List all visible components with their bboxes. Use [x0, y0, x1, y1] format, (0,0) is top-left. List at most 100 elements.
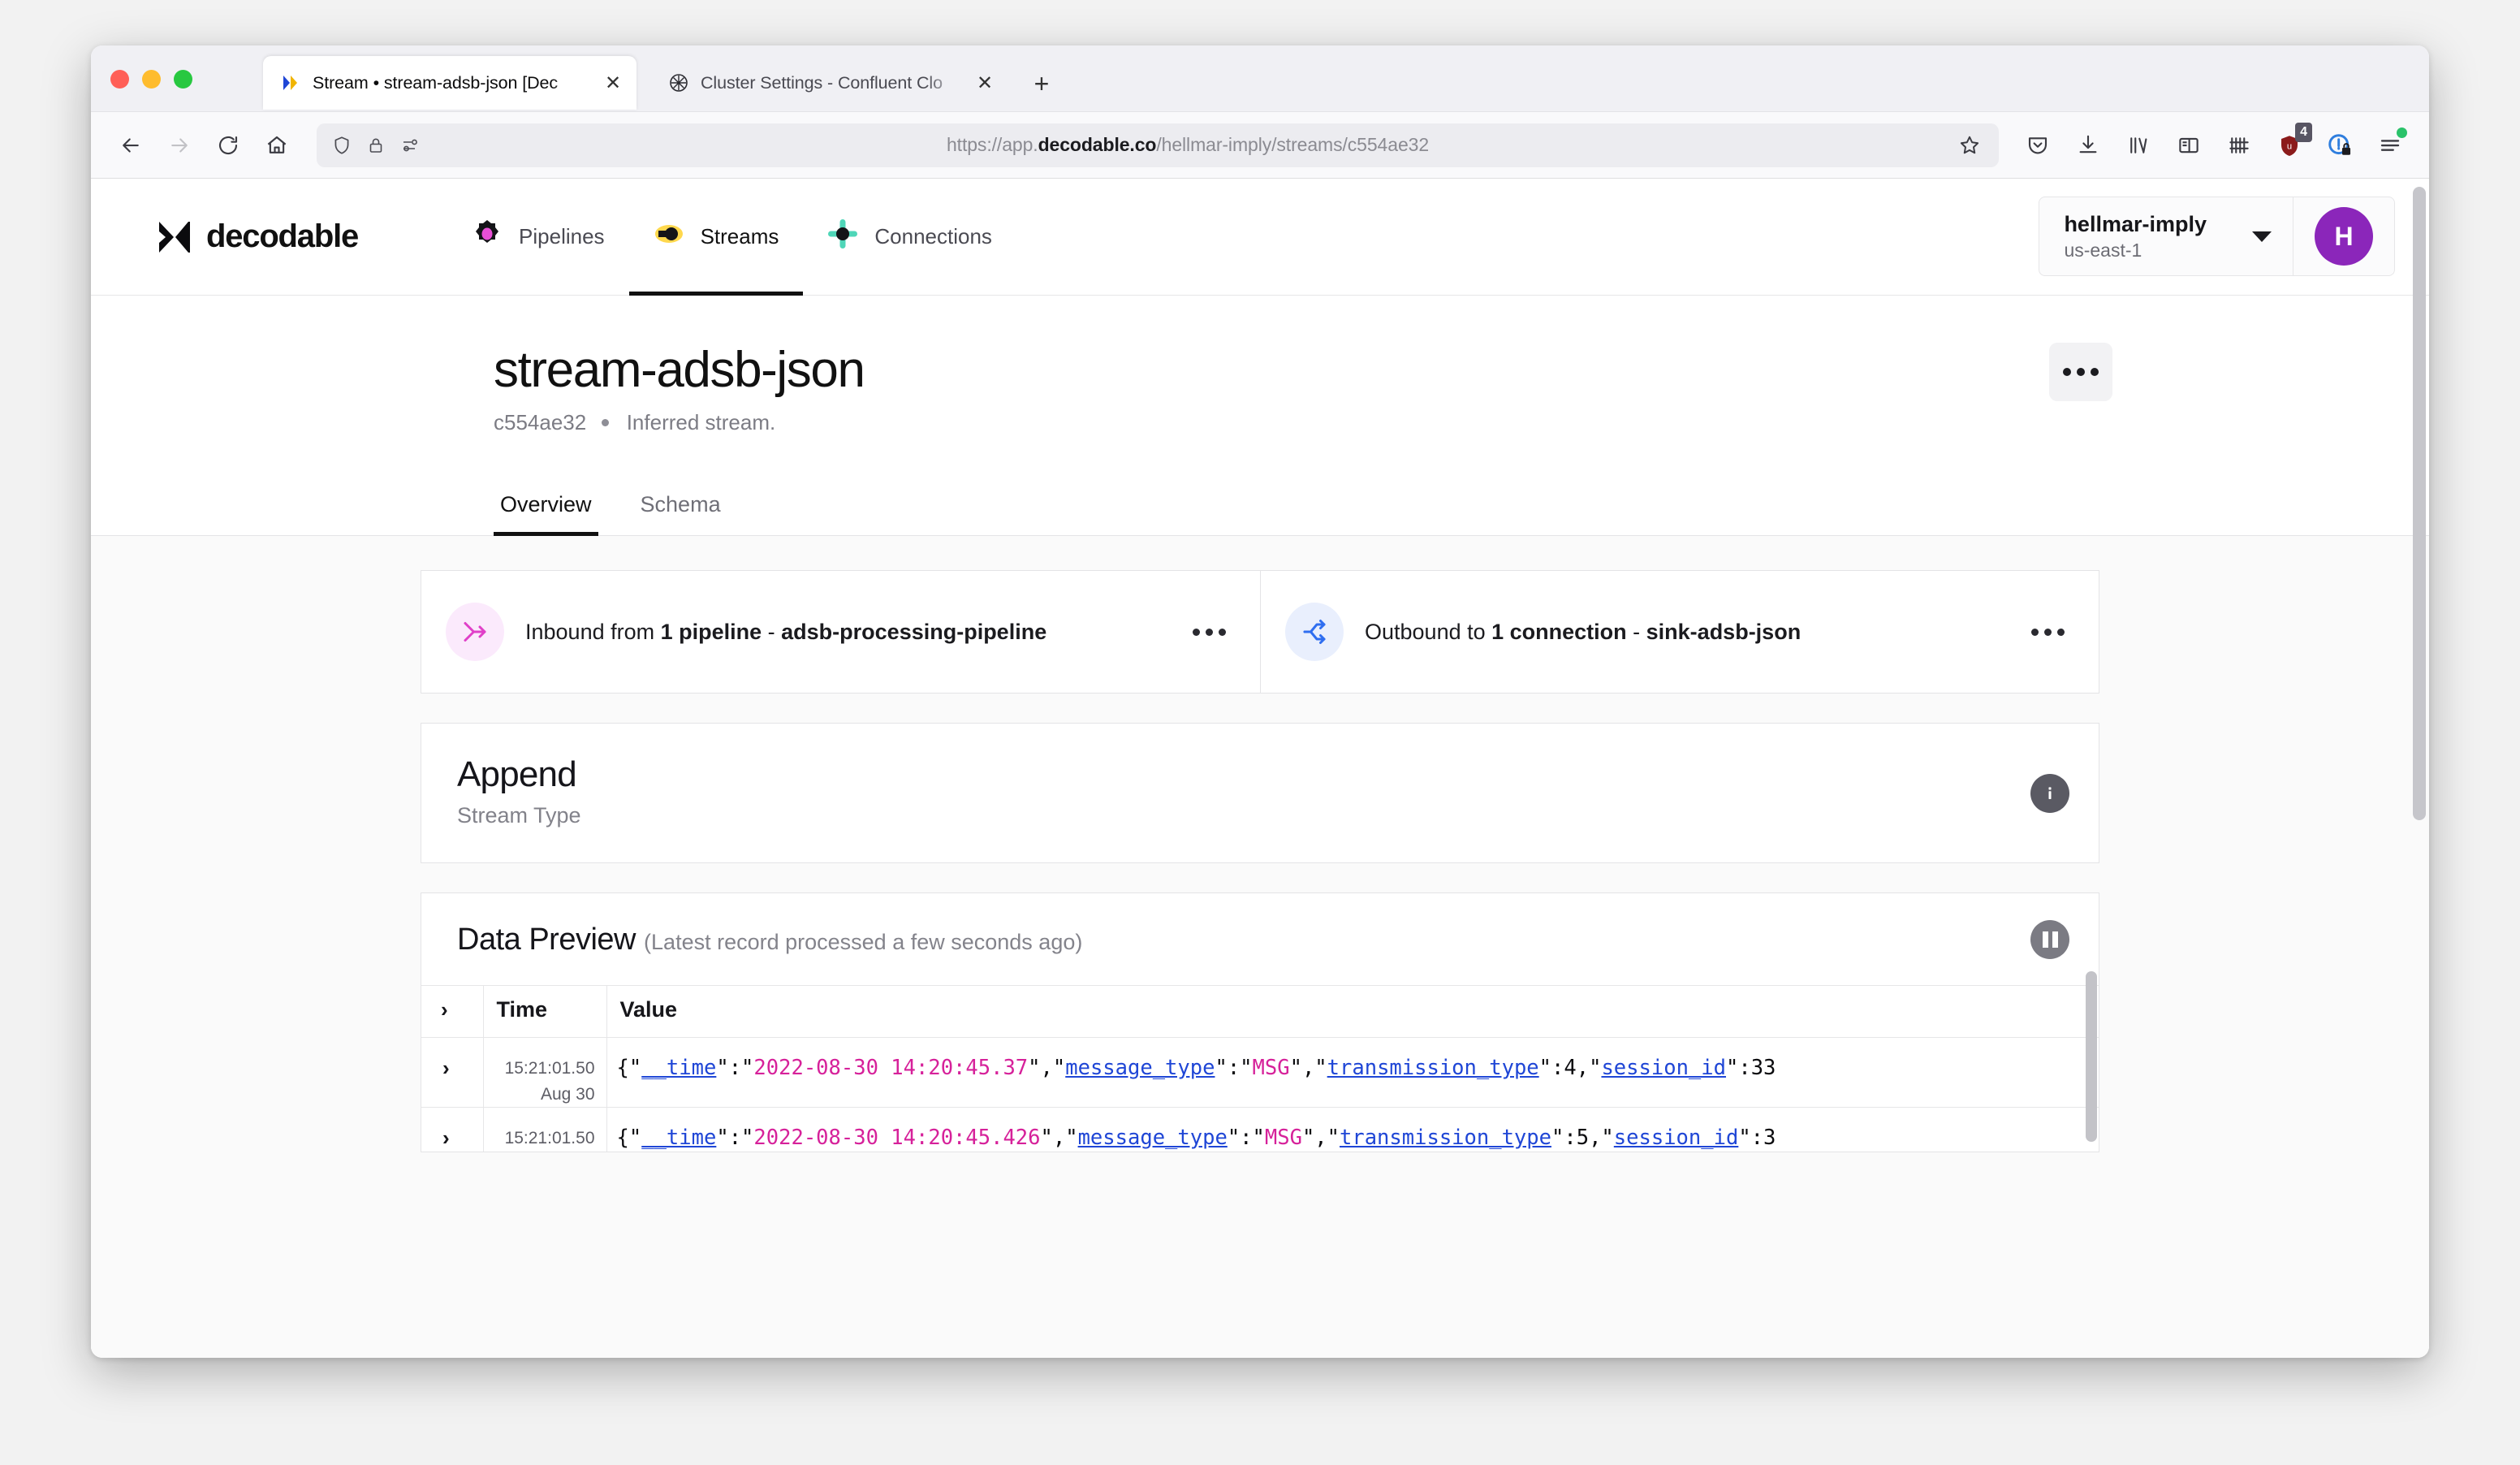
new-tab-button[interactable]: + — [1025, 67, 1059, 101]
io-cards-row: Inbound from 1 pipeline - adsb-processin… — [421, 570, 2099, 694]
content-tabs: Overview Schema — [91, 484, 2429, 536]
nav-item-pipelines[interactable]: Pipelines — [447, 179, 629, 296]
json-punctuation: ":" — [1215, 1056, 1252, 1080]
ellipsis-icon — [1219, 629, 1226, 636]
outbound-arrow-icon — [1285, 603, 1344, 661]
decodable-logo[interactable]: decodable — [158, 218, 358, 256]
tab-schema[interactable]: Schema — [634, 484, 727, 535]
account-info[interactable]: hellmar-imply us-east-1 — [2039, 197, 2293, 275]
json-string: 2022-08-30 14:20:45.37 — [753, 1056, 1028, 1080]
inbound-card[interactable]: Inbound from 1 pipeline - adsb-processin… — [421, 570, 1260, 694]
json-punctuation: "," — [1302, 1126, 1340, 1150]
json-string: 2022-08-30 14:20:45.426 — [753, 1126, 1040, 1150]
json-key: message_type — [1078, 1126, 1228, 1150]
inbound-separator: - — [762, 620, 781, 644]
chevron-down-icon[interactable] — [2252, 231, 2272, 242]
library-icon[interactable] — [2117, 124, 2160, 166]
browser-tab-confluent[interactable]: Cluster Settings - Confluent Clo ✕ — [651, 56, 1008, 110]
outbound-card[interactable]: Outbound to 1 connection - sink-adsb-jso… — [1260, 570, 2099, 694]
data-preview-title-text: Data Preview — [457, 923, 636, 957]
outbound-more-menu-button[interactable] — [2022, 619, 2074, 646]
home-icon[interactable] — [255, 123, 299, 167]
privacy-badger-icon[interactable] — [2319, 124, 2361, 166]
data-preview-status: (Latest record processed a few seconds a… — [644, 930, 1082, 954]
json-key: transmission_type — [1327, 1056, 1539, 1080]
json-punctuation: "," — [1028, 1056, 1065, 1080]
outbound-count: 1 connection — [1491, 620, 1627, 644]
data-preview-title: Data Preview (Latest record processed a … — [457, 923, 2063, 957]
url-domain: decodable.co — [1038, 134, 1157, 155]
chevron-right-icon[interactable]: › — [442, 1126, 450, 1150]
avatar[interactable]: H — [2315, 207, 2373, 266]
downloads-icon[interactable] — [2067, 124, 2109, 166]
forward-icon[interactable] — [158, 123, 201, 167]
browser-window: Stream • stream-adsb-json [Dec ✕ Cluster… — [91, 45, 2429, 1358]
account-selector[interactable]: hellmar-imply us-east-1 H — [2039, 197, 2395, 276]
decodable-logo-icon — [158, 218, 201, 256]
column-header-time[interactable]: Time — [483, 986, 606, 1038]
back-icon[interactable] — [109, 123, 153, 167]
chevron-right-icon[interactable]: › — [442, 1056, 450, 1080]
json-punctuation: {" — [617, 1056, 642, 1080]
row-expand-button[interactable]: › — [421, 1038, 483, 1108]
json-punctuation: ":" — [716, 1056, 753, 1080]
inbound-count: 1 pipeline — [661, 620, 762, 644]
window-traffic-lights — [110, 70, 192, 89]
app-menu-icon[interactable] — [2369, 124, 2411, 166]
ellipsis-icon — [1193, 629, 1200, 636]
address-bar[interactable]: https://app.decodable.co/hellmar-imply/s… — [317, 123, 1999, 167]
account-name: hellmar-imply — [2064, 211, 2207, 239]
table-scrollbar[interactable] — [2086, 971, 2097, 1147]
close-icon[interactable]: ✕ — [973, 71, 997, 95]
ellipsis-icon — [2031, 629, 2039, 636]
table-scrollbar-thumb[interactable] — [2086, 971, 2097, 1142]
column-header-value[interactable]: Value — [606, 986, 2099, 1038]
json-punctuation: ":" — [1228, 1126, 1265, 1150]
table-row[interactable]: ›15:21:01.50{"__time":"2022-08-30 14:20:… — [421, 1108, 2099, 1152]
info-icon[interactable] — [2030, 774, 2069, 813]
browser-tab-stream[interactable]: Stream • stream-adsb-json [Dec ✕ — [263, 56, 636, 110]
page-scrollbar-thumb[interactable] — [2413, 187, 2426, 820]
chevron-right-icon[interactable]: › — [441, 997, 448, 1022]
data-preview-panel: Data Preview (Latest record processed a … — [421, 892, 2099, 1152]
browser-toolbar-icons: u 4 — [2017, 124, 2411, 166]
nav-item-label: Connections — [874, 224, 992, 249]
shield-icon — [330, 133, 354, 158]
table-row[interactable]: ›15:21:01.50Aug 30{"__time":"2022-08-30 … — [421, 1038, 2099, 1108]
ublock-origin-icon[interactable]: u 4 — [2268, 124, 2311, 166]
json-key: session_id — [1614, 1126, 1739, 1150]
ublock-badge: 4 — [2295, 123, 2312, 142]
page-subtitle: c554ae32 Inferred stream. — [494, 410, 2362, 435]
minimize-window-button[interactable] — [142, 70, 161, 89]
close-window-button[interactable] — [110, 70, 129, 89]
bookmark-star-icon[interactable] — [1953, 129, 1986, 162]
close-icon[interactable]: ✕ — [601, 71, 625, 95]
inbound-more-menu-button[interactable] — [1183, 619, 1236, 646]
row-time-cell: 15:21:01.50 — [483, 1108, 606, 1152]
json-punctuation: ," — [1577, 1056, 1602, 1080]
containers-icon[interactable] — [2218, 124, 2260, 166]
json-key: __time — [641, 1126, 716, 1150]
tracking-protection-icon[interactable] — [398, 133, 422, 158]
pocket-icon[interactable] — [2017, 124, 2059, 166]
page-more-menu-button[interactable] — [2049, 343, 2112, 401]
row-date: Aug 30 — [492, 1082, 595, 1108]
content-canvas: Inbound from 1 pipeline - adsb-processin… — [91, 536, 2429, 1358]
column-header-expand[interactable]: › — [421, 986, 483, 1038]
nav-item-streams[interactable]: Streams — [629, 179, 804, 296]
nav-item-label: Pipelines — [519, 224, 605, 249]
tab-overview[interactable]: Overview — [494, 484, 598, 535]
sidebar-icon[interactable] — [2168, 124, 2210, 166]
json-punctuation: ": — [1539, 1056, 1564, 1080]
account-region: us-east-1 — [2064, 239, 2207, 262]
data-preview-header: Data Preview (Latest record processed a … — [421, 893, 2099, 985]
pause-icon[interactable] — [2030, 920, 2069, 959]
json-key: message_type — [1065, 1056, 1215, 1080]
row-expand-button[interactable]: › — [421, 1108, 483, 1152]
stream-type-value: Append — [457, 754, 2063, 795]
maximize-window-button[interactable] — [174, 70, 192, 89]
json-punctuation: ," — [1589, 1126, 1614, 1150]
decodable-logo-text: decodable — [206, 218, 358, 255]
reload-icon[interactable] — [206, 123, 250, 167]
nav-item-connections[interactable]: Connections — [803, 179, 1016, 296]
